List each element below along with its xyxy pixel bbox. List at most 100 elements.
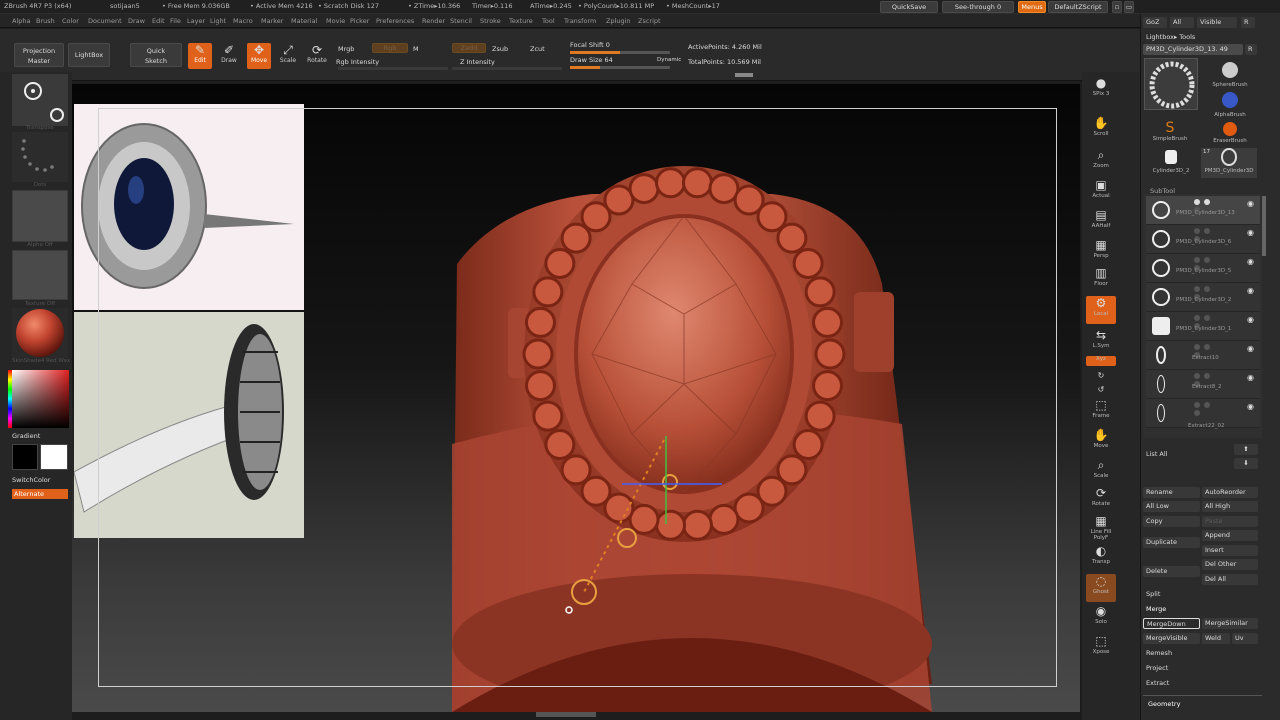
m-button[interactable]: M — [413, 45, 419, 53]
extract-section[interactable]: Extract — [1146, 679, 1169, 687]
tool-thumbnail-simplebrush[interactable]: S SimpleBrush — [1148, 120, 1192, 148]
menu-macro[interactable]: Macro — [233, 17, 253, 25]
menu-file[interactable]: File — [170, 17, 181, 25]
menu-color[interactable]: Color — [62, 17, 79, 25]
menu-document[interactable]: Document — [88, 17, 122, 25]
current-brush[interactable] — [12, 74, 68, 126]
menu-zplugin[interactable]: Zplugin — [606, 17, 631, 25]
current-alpha[interactable] — [12, 190, 68, 242]
subtool-row[interactable]: PM3D_Cylinder3D_6 ◉ — [1146, 225, 1260, 254]
tool-thumbnail-current[interactable] — [1144, 58, 1198, 110]
move-button[interactable]: ✥ Move — [247, 43, 271, 69]
bottom-shelf-handle[interactable] — [536, 712, 596, 717]
append-button[interactable]: Append — [1202, 530, 1258, 541]
quicksave-button[interactable]: QuickSave — [880, 1, 938, 13]
r-button[interactable]: R — [1241, 17, 1255, 28]
delete-button[interactable]: Delete — [1143, 566, 1200, 577]
all-button[interactable]: All — [1170, 17, 1194, 28]
visible-button[interactable]: Visible — [1197, 17, 1237, 28]
subtool-toggles[interactable] — [1194, 344, 1222, 358]
paste-button[interactable]: Paste — [1202, 516, 1258, 527]
eye-icon[interactable]: ◉ — [1247, 344, 1254, 353]
uv-button[interactable]: Uv — [1232, 633, 1258, 644]
eye-icon[interactable]: ◉ — [1247, 402, 1254, 411]
current-tool-r[interactable]: R — [1245, 44, 1257, 55]
floor-button[interactable]: ▥ Floor — [1086, 266, 1116, 294]
menu-alpha[interactable]: Alpha — [12, 17, 30, 25]
all-high-button[interactable]: All High — [1202, 501, 1258, 512]
alternate-button[interactable]: Alternate — [12, 489, 68, 499]
actual-button[interactable]: ▣ Actual — [1086, 178, 1116, 206]
menu-texture[interactable]: Texture — [509, 17, 533, 25]
rotate-view-button[interactable]: ⟳ Rotate — [1086, 486, 1116, 514]
see-through-slider[interactable]: See-through 0 — [942, 1, 1014, 13]
subtool-toggles[interactable] — [1194, 286, 1222, 300]
primary-color-swatch[interactable] — [12, 444, 38, 470]
subtool-row[interactable]: Extract22_02 ◉ — [1146, 399, 1260, 429]
all-low-button[interactable]: All Low — [1143, 501, 1200, 512]
tool-thumbnail-alphabrush[interactable]: AlphaBrush — [1208, 90, 1252, 120]
spix-button[interactable]: ● SPix 3 — [1086, 76, 1116, 104]
switchcolor-button[interactable]: SwitchColor — [12, 476, 50, 484]
scroll-button[interactable]: ✋ Scroll — [1086, 116, 1116, 144]
split-section[interactable]: Split — [1146, 590, 1160, 598]
menu-render[interactable]: Render — [422, 17, 445, 25]
window-minimize[interactable]: ▫ — [1112, 1, 1122, 13]
edit-button[interactable]: ✎ Edit — [188, 43, 212, 69]
menu-picker[interactable]: Picker — [350, 17, 369, 25]
scale-view-button[interactable]: ⌕ Scale — [1086, 458, 1116, 486]
arrow-up-icon[interactable]: ⬆ — [1234, 444, 1258, 455]
mergesimilar-button[interactable]: MergeSimilar — [1202, 618, 1258, 629]
menu-stencil[interactable]: Stencil — [450, 17, 472, 25]
focal-shift-slider[interactable] — [570, 51, 670, 54]
scale-button[interactable]: ⤢ Scale — [276, 43, 300, 69]
xyz-button[interactable]: Xyz — [1086, 356, 1116, 366]
copy-button[interactable]: Copy — [1143, 516, 1200, 527]
tool-thumbnail-cylinder[interactable]: Cylinder3D_2 — [1146, 148, 1196, 178]
subtool-toggles[interactable] — [1194, 199, 1222, 213]
rotate-button[interactable]: ⟳ Rotate — [305, 43, 329, 69]
duplicate-button[interactable]: Duplicate — [1143, 537, 1200, 548]
tool-thumbnail-spherebrush[interactable]: SphereBrush — [1208, 60, 1252, 90]
local-button[interactable]: ⚙ Local — [1086, 296, 1116, 324]
rgb-intensity-slider[interactable] — [338, 67, 448, 70]
del-all-button[interactable]: Del All — [1202, 574, 1258, 585]
zadd-button[interactable]: Zadd — [452, 43, 486, 53]
remesh-section[interactable]: Remesh — [1146, 649, 1172, 657]
window-maximize[interactable]: ▭ — [1124, 1, 1134, 13]
goz-button[interactable]: GoZ — [1143, 17, 1167, 28]
menu-draw[interactable]: Draw — [128, 17, 145, 25]
eye-icon[interactable]: ◉ — [1247, 315, 1254, 324]
zcut-button[interactable]: Zcut — [530, 45, 545, 53]
projection-master-button[interactable]: Projection Master — [14, 43, 64, 67]
z-intensity-slider[interactable] — [452, 67, 562, 70]
subtool-toggles[interactable] — [1194, 373, 1222, 387]
solo-button[interactable]: ◉ Solo — [1086, 604, 1116, 632]
insert-button[interactable]: Insert — [1202, 545, 1258, 556]
rename-button[interactable]: Rename — [1143, 487, 1200, 498]
project-section[interactable]: Project — [1146, 664, 1168, 672]
draw-size-slider[interactable] — [570, 66, 670, 69]
lsym-button[interactable]: ⇆ L.Sym — [1086, 328, 1116, 356]
draw-button[interactable]: ✐ Draw — [217, 43, 241, 69]
subtool-scrollbar[interactable] — [1262, 196, 1266, 256]
geometry-section[interactable]: Geometry — [1148, 700, 1180, 708]
current-texture[interactable] — [12, 250, 68, 300]
eye-icon[interactable]: ◉ — [1247, 228, 1254, 237]
frame-button[interactable]: ⬚ Frame — [1086, 398, 1116, 426]
gradient-label[interactable]: Gradient — [12, 432, 40, 440]
transp-button[interactable]: ◐ Transp — [1086, 544, 1116, 572]
aahalf-button[interactable]: ▤ AAHalf — [1086, 208, 1116, 236]
menu-preferences[interactable]: Preferences — [376, 17, 414, 25]
menu-light[interactable]: Light — [210, 17, 226, 25]
rgb-button[interactable]: Rgb — [372, 43, 408, 53]
arrow-down-icon[interactable]: ⬇ — [1234, 458, 1258, 469]
current-tool-name[interactable]: PM3D_Cylinder3D_13. 49 — [1143, 44, 1243, 55]
menu-edit[interactable]: Edit — [152, 17, 165, 25]
current-material[interactable] — [12, 308, 68, 358]
weld-button[interactable]: Weld — [1202, 633, 1230, 644]
menu-layer[interactable]: Layer — [187, 17, 205, 25]
hue-strip[interactable] — [8, 370, 12, 428]
polyframe-button[interactable]: ▦ Line Fill PolyF — [1086, 514, 1116, 542]
menu-transform[interactable]: Transform — [564, 17, 596, 25]
